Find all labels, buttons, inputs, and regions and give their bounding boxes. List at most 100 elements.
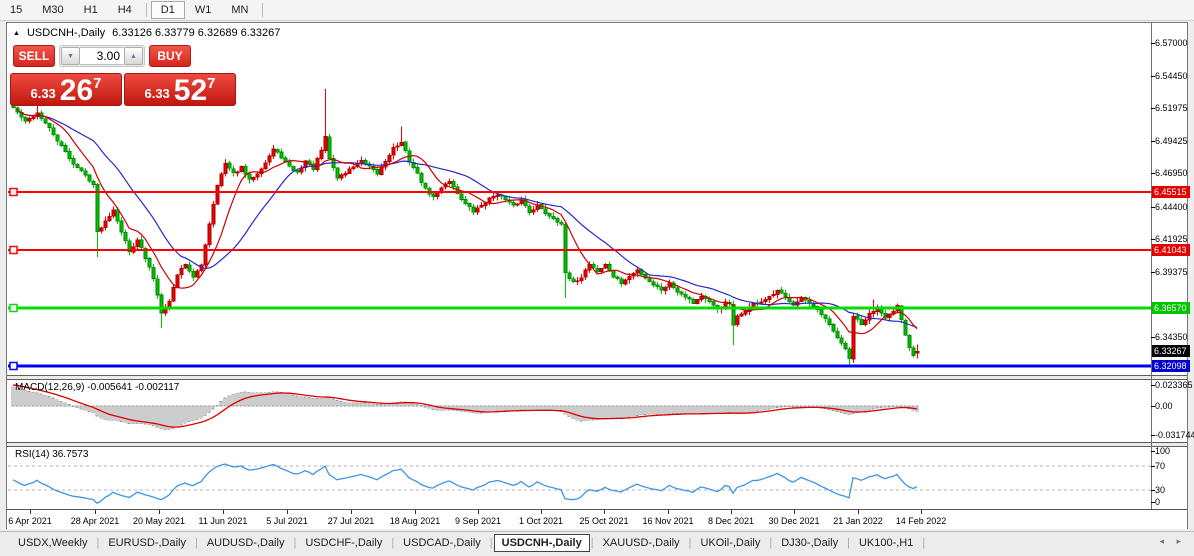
symbol-tab-uk100-[interactable]: UK100-,H1 — [851, 535, 921, 551]
rsi-canvas[interactable] — [8, 447, 1151, 509]
buy-price-fraction: 7 — [207, 75, 216, 92]
date-tick — [223, 510, 224, 514]
rsi-axis-label: 70 — [1155, 461, 1166, 471]
sell-price-prefix: 6.33 — [30, 86, 56, 101]
chart-symbol-title: USDCNH-,Daily — [26, 27, 106, 39]
symbol-tab-usdcnh-[interactable]: USDCNH-,Daily — [493, 533, 590, 552]
macd-label: MACD(12,26,9) -0.005641 -0.002117 — [15, 382, 180, 393]
volume-increase-button[interactable]: ▲ — [124, 47, 143, 65]
volume-decrease-button[interactable]: ▼ — [61, 47, 80, 65]
tab-separator: | — [590, 536, 594, 549]
timeframe-button-w1[interactable]: W1 — [185, 1, 222, 19]
date-label: 8 Dec 2021 — [707, 516, 755, 526]
date-tick — [858, 510, 859, 514]
symbol-tab-audusd-[interactable]: AUDUSD-,Daily — [199, 535, 293, 551]
date-label: 27 Jul 2021 — [327, 516, 375, 526]
symbol-tab-ukoil-[interactable]: UKOil-,Daily — [692, 535, 768, 551]
tab-scroll-arrows[interactable]: ◂ ▸ — [1159, 536, 1186, 547]
date-label: 25 Oct 2021 — [579, 516, 629, 526]
timeframe-button-mn[interactable]: MN — [221, 1, 258, 19]
date-label: 14 Feb 2022 — [895, 516, 947, 526]
tab-separator: | — [391, 536, 395, 549]
tab-separator: | — [194, 536, 198, 549]
date-label: 1 Oct 2021 — [518, 516, 564, 526]
date-label: 9 Sep 2021 — [454, 516, 502, 526]
sell-button[interactable]: SELL — [13, 45, 55, 67]
date-axis[interactable]: 6 Apr 2021 28 Apr 2021 20 May 2021 11 Jun 2… — [7, 509, 1187, 529]
date-tick — [731, 510, 732, 514]
price-axis-label: 6.54450 — [1155, 71, 1188, 81]
sell-price-display[interactable]: 6.33 26 7 — [10, 73, 122, 106]
price-axis-label: 6.41925 — [1155, 234, 1188, 244]
date-tick — [921, 510, 922, 514]
timeframe-button-m30[interactable]: M30 — [32, 1, 73, 19]
macd-axis-label: 0.023365 — [1155, 380, 1193, 390]
date-tick — [30, 510, 31, 514]
tab-separator: | — [769, 536, 773, 549]
price-level-badge: 6.33267 — [1152, 345, 1190, 357]
chart-ohlc-values: 6.33126 6.33779 6.32689 6.33267 — [112, 27, 281, 39]
tab-separator: | — [96, 536, 100, 549]
macd-canvas[interactable] — [8, 380, 1151, 442]
symbol-tab-bar: USDX,Weekly | EURUSD-,Daily | AUDUSD-,Daily |… — [0, 531, 1194, 553]
price-axis-label: 6.34350 — [1155, 332, 1188, 342]
date-tick — [95, 510, 96, 514]
volume-spinner: ▼ ▲ — [59, 45, 145, 67]
volume-input[interactable] — [80, 47, 124, 65]
timeframe-button-h4[interactable]: H4 — [108, 1, 142, 19]
date-tick — [159, 510, 160, 514]
terminal-root: 15 M30 H1 H4 D1 W1 MN ▲ USDCNH-,Daily 6.33126 … — [0, 0, 1194, 556]
date-tick — [287, 510, 288, 514]
symbol-tab-usdx[interactable]: USDX,Weekly — [10, 535, 95, 551]
price-level-badge: 6.32098 — [1152, 360, 1190, 372]
date-tick — [604, 510, 605, 514]
symbol-tab-usdcad-[interactable]: USDCAD-,Daily — [395, 535, 489, 551]
buy-price-pips: 52 — [173, 74, 208, 107]
toolbar-separator — [262, 3, 264, 17]
rsi-axis-label: 100 — [1155, 446, 1171, 456]
tab-separator: | — [489, 536, 493, 549]
buy-button[interactable]: BUY — [149, 45, 191, 67]
price-axis-label: 6.57000 — [1155, 38, 1188, 48]
tab-separator: | — [688, 536, 692, 549]
price-axis-label: 6.39375 — [1155, 267, 1188, 277]
price-level-badge: 6.36570 — [1152, 302, 1190, 314]
macd-axis-label: 0.00 — [1155, 401, 1173, 411]
one-click-trade-panel: SELL ▼ ▲ BUY 6.33 26 7 6.33 52 7 — [10, 45, 238, 107]
price-axis-label: 6.51975 — [1155, 103, 1188, 113]
chart-window: ▲ USDCNH-,Daily 6.33126 6.33779 6.32689 … — [6, 22, 1194, 529]
price-axis-divider — [1151, 23, 1152, 509]
timeframe-button-d1[interactable]: D1 — [150, 1, 185, 19]
symbol-tab-usdchf-[interactable]: USDCHF-,Daily — [297, 535, 390, 551]
date-label: 11 Jun 2021 — [198, 516, 248, 526]
buy-price-prefix: 6.33 — [144, 86, 170, 101]
date-tick — [541, 510, 542, 514]
timeframe-button-h1[interactable]: H1 — [74, 1, 108, 19]
date-label: 30 Dec 2021 — [768, 516, 820, 526]
tab-separator: | — [293, 536, 297, 549]
timeframe-toolbar: 15 M30 H1 H4 D1 W1 MN — [0, 0, 1194, 21]
toolbar-separator — [145, 3, 147, 17]
price-axis-label: 6.46950 — [1155, 168, 1188, 178]
timeframe-button-15[interactable]: 15 — [0, 1, 32, 19]
rsi-axis-label: 0 — [1155, 497, 1161, 507]
sell-price-fraction: 7 — [93, 75, 102, 92]
price-level-badge: 6.41043 — [1152, 244, 1190, 256]
symbol-tab-eurusd-[interactable]: EURUSD-,Daily — [100, 535, 194, 551]
price-level-badge: 6.45515 — [1152, 186, 1190, 198]
price-axis-label: 6.49425 — [1155, 136, 1188, 146]
symbol-tab-xauusd-[interactable]: XAUUSD-,Daily — [595, 535, 688, 551]
date-label: 28 Apr 2021 — [70, 516, 120, 526]
collapse-icon[interactable]: ▲ — [13, 30, 20, 37]
date-tick — [668, 510, 669, 514]
date-label: 21 Jan 2022 — [833, 516, 883, 526]
date-tick — [351, 510, 352, 514]
symbol-tab-dj30-[interactable]: DJ30-,Daily — [773, 535, 846, 551]
date-label: 16 Nov 2021 — [642, 516, 694, 526]
tab-separator: | — [922, 536, 926, 549]
price-axis-label: 6.44400 — [1155, 202, 1188, 212]
macd-axis-label: -0.031744 — [1155, 430, 1194, 440]
buy-price-display[interactable]: 6.33 52 7 — [124, 73, 236, 106]
sell-price-pips: 26 — [59, 74, 94, 107]
tab-separator: | — [847, 536, 850, 549]
